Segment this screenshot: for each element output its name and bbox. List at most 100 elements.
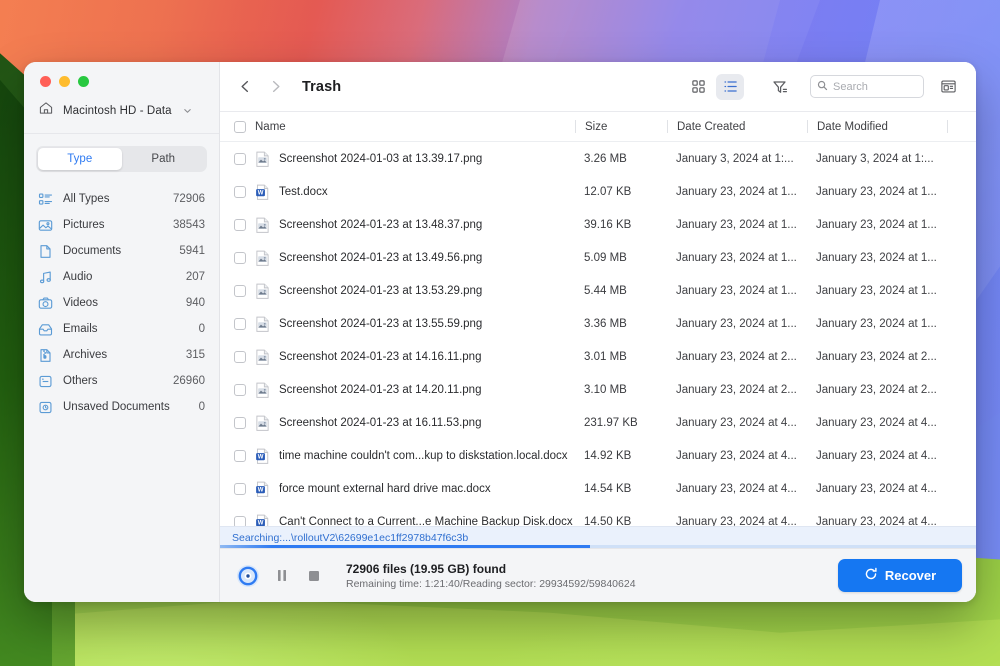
sidebar-item-label: Videos <box>63 297 176 309</box>
table-row[interactable]: Screenshot 2024-01-23 at 13.49.56.png5.0… <box>220 241 976 274</box>
table-row[interactable]: Screenshot 2024-01-23 at 16.11.53.png231… <box>220 406 976 439</box>
docx-file-icon: W <box>255 514 270 527</box>
tab-type[interactable]: Type <box>38 148 122 170</box>
file-size: 3.10 MB <box>575 384 667 396</box>
table-row[interactable]: Screenshot 2024-01-23 at 13.48.37.png39.… <box>220 208 976 241</box>
grid-view-button[interactable] <box>684 74 712 100</box>
sidebar-item-all-types[interactable]: All Types 72906 <box>24 186 219 212</box>
sidebar-item-videos[interactable]: Videos 940 <box>24 290 219 316</box>
preview-panel-button[interactable] <box>934 74 962 100</box>
window-controls <box>24 62 219 88</box>
column-header-spacer <box>947 120 976 133</box>
list-view-button[interactable] <box>716 74 744 100</box>
column-header-label: Date Modified <box>817 121 888 133</box>
file-date-modified: January 23, 2024 at 4... <box>807 516 947 527</box>
sidebar-item-documents[interactable]: Documents 5941 <box>24 238 219 264</box>
docx-file-icon: W <box>255 184 270 200</box>
column-header-label: Date Created <box>677 121 745 133</box>
pictures-icon <box>38 218 53 233</box>
column-header-date-modified[interactable]: Date Modified <box>807 120 947 133</box>
sidebar-item-archives[interactable]: Archives 315 <box>24 342 219 368</box>
table-row[interactable]: Screenshot 2024-01-23 at 14.20.11.png 3.1… <box>220 373 976 406</box>
sidebar-item-pictures[interactable]: Pictures 38543 <box>24 212 219 238</box>
row-checkbox[interactable] <box>234 219 246 231</box>
file-date-created: January 23, 2024 at 1... <box>667 285 807 297</box>
file-date-created: January 23, 2024 at 1... <box>667 186 807 198</box>
file-name: Screenshot 2024-01-23 at 13.53.29.png <box>279 285 482 297</box>
sidebar-item-others[interactable]: Others 26960 <box>24 368 219 394</box>
table-row[interactable]: W Can't Connect to a Current...e Machine … <box>220 505 976 526</box>
sidebar-item-count: 315 <box>186 349 205 361</box>
file-name: time machine couldn't com...kup to disks… <box>279 450 568 462</box>
png-file-icon <box>255 151 270 167</box>
file-date-modified: January 23, 2024 at 2... <box>807 384 947 396</box>
column-header-label: Name <box>255 121 286 133</box>
column-header-date-created[interactable]: Date Created <box>667 120 807 133</box>
file-name: Test.docx <box>279 186 328 198</box>
row-checkbox[interactable] <box>234 351 246 363</box>
table-row[interactable]: Wtime machine couldn't com...kup to disk… <box>220 439 976 472</box>
main-panel: Trash <box>220 62 976 602</box>
search-input[interactable] <box>833 81 917 93</box>
column-header-size[interactable]: Size <box>575 120 667 133</box>
toolbar: Trash <box>220 62 976 112</box>
png-file-icon <box>255 250 270 266</box>
sidebar-item-count: 0 <box>199 323 205 335</box>
docx-file-icon: W <box>255 481 270 497</box>
file-date-created: January 23, 2024 at 4... <box>667 450 807 462</box>
file-list[interactable]: Screenshot 2024-01-03 at 13.39.17.png3.2… <box>220 142 976 526</box>
table-row[interactable]: Screenshot 2024-01-23 at 14.16.11.png3.0… <box>220 340 976 373</box>
row-checkbox[interactable] <box>234 450 246 462</box>
row-checkbox[interactable] <box>234 417 246 429</box>
file-size: 14.54 KB <box>575 483 667 495</box>
sidebar-mode-switch[interactable]: Type Path <box>36 146 207 172</box>
table-row[interactable]: Screenshot 2024-01-23 at 13.53.29.png5.4… <box>220 274 976 307</box>
sidebar-item-emails[interactable]: Emails 0 <box>24 316 219 342</box>
sidebar-item-unsaved-documents[interactable]: Unsaved Documents 0 <box>24 394 219 420</box>
sidebar-item-count: 207 <box>186 271 205 283</box>
file-name: Can't Connect to a Current...e Machine B… <box>279 516 573 527</box>
file-date-modified: January 23, 2024 at 1... <box>807 186 947 198</box>
forward-button[interactable] <box>262 74 288 100</box>
row-checkbox[interactable] <box>234 483 246 495</box>
search-box[interactable] <box>810 75 924 98</box>
table-row[interactable]: Screenshot 2024-01-03 at 13.39.17.png3.2… <box>220 142 976 175</box>
drive-selector[interactable]: Macintosh HD - Data <box>24 88 219 134</box>
row-checkbox[interactable] <box>234 186 246 198</box>
row-checkbox[interactable] <box>234 252 246 264</box>
row-checkbox[interactable] <box>234 153 246 165</box>
select-all-checkbox[interactable] <box>234 121 246 133</box>
sidebar-item-label: Documents <box>63 245 169 257</box>
row-checkbox[interactable] <box>234 318 246 330</box>
archives-icon <box>38 348 53 363</box>
pause-button[interactable] <box>272 566 292 586</box>
progress-fill <box>220 545 590 548</box>
row-checkbox[interactable] <box>234 384 246 396</box>
table-row[interactable]: Wforce mount external hard drive mac.doc… <box>220 472 976 505</box>
tab-path[interactable]: Path <box>122 148 206 170</box>
file-date-modified: January 23, 2024 at 1... <box>807 285 947 297</box>
audio-icon <box>38 270 53 285</box>
stop-button[interactable] <box>304 566 324 586</box>
png-file-icon <box>255 415 270 431</box>
row-checkbox[interactable] <box>234 285 246 297</box>
back-button[interactable] <box>232 74 258 100</box>
recover-button[interactable]: Recover <box>838 559 962 592</box>
file-name: Screenshot 2024-01-23 at 14.20.11.png <box>279 384 481 396</box>
file-date-modified: January 23, 2024 at 1... <box>807 219 947 231</box>
column-header-name[interactable]: Name <box>220 121 575 133</box>
close-button[interactable] <box>40 76 51 87</box>
svg-text:W: W <box>258 190 264 196</box>
row-checkbox[interactable] <box>234 516 246 527</box>
table-row[interactable]: Screenshot 2024-01-23 at 13.55.59.png3.3… <box>220 307 976 340</box>
table-row[interactable]: WTest.docx12.07 KBJanuary 23, 2024 at 1.… <box>220 175 976 208</box>
file-name: Screenshot 2024-01-23 at 13.49.56.png <box>279 252 482 264</box>
file-size: 231.97 KB <box>575 417 667 429</box>
zoom-button[interactable] <box>78 76 89 87</box>
filter-button[interactable] <box>766 74 794 100</box>
desktop-wallpaper: Macintosh HD - Data Type Path <box>0 0 1000 666</box>
png-file-icon <box>255 382 270 398</box>
home-icon <box>38 100 54 121</box>
minimize-button[interactable] <box>59 76 70 87</box>
sidebar-item-audio[interactable]: Audio 207 <box>24 264 219 290</box>
